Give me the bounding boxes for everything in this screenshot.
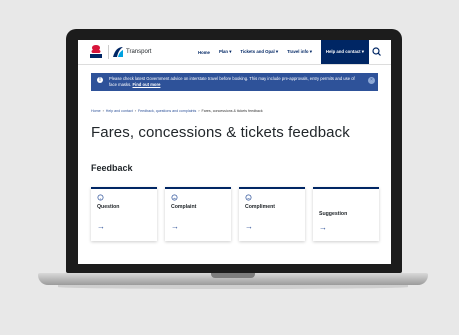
main-nav: Home Plan ▾ Tickets and Opal ▾ Travel in… [198,40,369,64]
breadcrumb-home[interactable]: Home [91,109,101,113]
nav-home[interactable]: Home [198,50,210,55]
laptop-notch [211,273,255,278]
feedback-cards: Question → Complaint → Compliment → Sugg… [91,187,379,242]
section-title: Feedback [91,163,133,173]
site-header: Transport Home Plan ▾ Tickets and Opal ▾… [78,40,391,65]
card-complaint[interactable]: Complaint → [165,187,231,241]
arrow-right-icon: → [319,223,327,232]
laptop-shadow [58,285,408,289]
card-suggestion[interactable]: Suggestion → [313,187,379,241]
breadcrumb-current: Fares, concessions & tickets feedback [201,109,263,113]
card-suggestion-label: Suggestion [319,211,348,217]
card-compliment-label: Compliment [245,204,275,210]
page-title: Fares, concessions & tickets feedback [91,124,350,141]
arrow-right-icon: → [245,222,253,231]
alert-message: Please check latest Government advice on… [109,76,361,88]
search-icon[interactable] [369,44,385,60]
arrow-right-icon: → [171,222,179,231]
brand-divider [108,45,109,59]
card-question[interactable]: Question → [91,187,157,241]
brand-name: Transport [126,49,152,55]
transport-brand[interactable]: Transport [112,45,151,59]
nsw-government-logo[interactable] [88,44,104,59]
laptop-screen: Transport Home Plan ▾ Tickets and Opal ▾… [78,40,391,264]
breadcrumb-feedback[interactable]: Feedback, questions and complaints [138,109,196,113]
nav-tickets-and-opal[interactable]: Tickets and Opal ▾ [240,49,278,55]
compliment-icon [245,194,252,201]
nav-plan[interactable]: Plan ▾ [219,49,231,55]
info-icon: ! [97,77,103,83]
complaint-icon [171,194,178,201]
find-out-more-link[interactable]: Find out more [133,82,161,87]
card-question-label: Question [97,204,120,210]
breadcrumb: Home › Help and contact › Feedback, question… [91,109,263,113]
breadcrumb-help-and-contact[interactable]: Help and contact [106,109,133,113]
close-icon[interactable]: × [368,77,375,84]
nav-travel-info[interactable]: Travel info ▾ [287,49,312,55]
arrow-right-icon: → [97,222,105,231]
card-complaint-label: Complaint [171,204,197,210]
question-icon [97,194,104,201]
covid-alert-banner: ! Please check latest Government advice … [91,73,378,91]
card-compliment[interactable]: Compliment → [239,187,305,241]
transport-logo-icon [113,47,123,57]
nav-help-and-contact[interactable]: Help and contact ▾ [320,40,369,64]
